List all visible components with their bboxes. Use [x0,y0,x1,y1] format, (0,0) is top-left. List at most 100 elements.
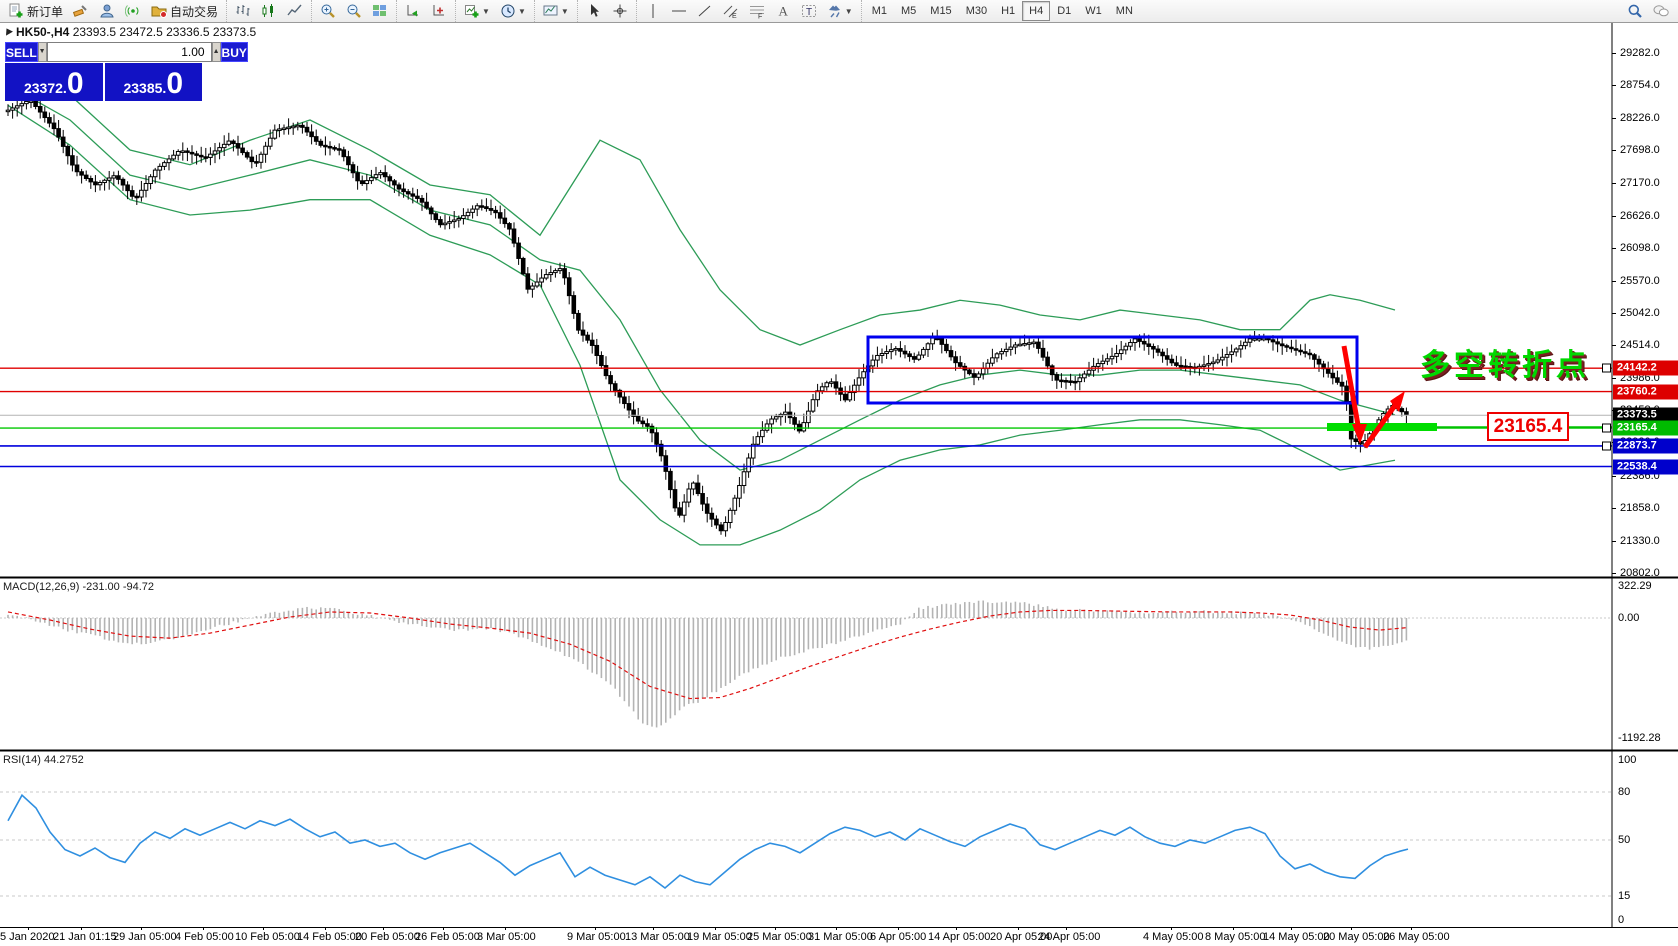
text-button[interactable]: A [770,0,796,22]
volume-increase-button[interactable]: ▲ [211,42,221,62]
price-tag-23760.2[interactable]: 23760.2 [1613,384,1678,400]
time-axis-tick [1233,927,1234,930]
price-axis-tick-label: 25042.0 [1620,307,1660,319]
timeframe-m5-button[interactable]: M5 [894,1,923,21]
sell-price-display[interactable]: 23372. 0 [5,63,103,101]
new-order-button[interactable]: 新订单 [3,0,68,22]
time-axis-label: 3 Mar 05:00 [477,931,536,943]
price-line-handle[interactable] [1602,441,1611,451]
buy-button[interactable]: BUY [220,42,248,62]
time-axis-tick [898,927,899,930]
timeframe-d1-button[interactable]: D1 [1050,1,1078,21]
search-glyph [1628,4,1642,18]
macd-histogram [0,600,1612,728]
toolbar-group [396,0,455,22]
time-axis-tick [263,927,264,930]
eraser-glyph [73,5,87,17]
timeframe-m1-button[interactable]: M1 [865,1,894,21]
price-axis-tick-label: 26626.0 [1620,209,1660,222]
price-axis-tick-label: 28754.0 [1620,79,1660,92]
periods-button[interactable]: ▼ [495,0,531,22]
line-chart-button[interactable] [282,0,308,22]
zoom-out-button[interactable] [341,0,367,22]
rsi-scale-label: 15 [1618,890,1631,902]
price-line-handle[interactable] [1602,423,1611,433]
price-axis-tick [1612,53,1616,55]
tile-windows-button[interactable] [367,0,393,22]
cursor-button[interactable] [581,0,607,22]
auto-scroll-button[interactable] [400,0,426,22]
chat-icon[interactable] [1648,0,1674,22]
time-axis-tick [653,927,654,930]
templates-button[interactable]: ▼ [538,0,574,22]
price-line-handle[interactable] [1602,363,1611,373]
search-icon[interactable] [1622,0,1648,22]
time-axis-label: 26 Feb 05:00 [415,931,480,943]
time-axis-tick [1411,927,1412,930]
fibonacci-button[interactable]: F [744,0,770,22]
autotrade-glyph [151,6,168,18]
autotrade-button[interactable]: 自动交易 [146,0,223,22]
time-axis-tick [325,927,326,930]
price-tag-22873.7[interactable]: 22873.7 [1613,438,1678,454]
signal-button[interactable] [120,0,146,22]
horizontal-line-button[interactable] [666,0,692,22]
profiles-button[interactable] [94,0,120,22]
time-axis-label: 19 Mar 05:00 [687,931,752,943]
volume-input[interactable] [46,42,212,62]
shapes-glyph [828,5,840,18]
timeframe-h1-button[interactable]: H1 [994,1,1022,21]
channel-button[interactable]: E [718,0,744,22]
toolbar-group [576,0,636,22]
timeframe-h4-button[interactable]: H4 [1022,1,1051,21]
price-tag-24142.2[interactable]: 24142.2 [1613,360,1678,376]
rsi-scale-label: 80 [1618,786,1631,798]
template-glyph [543,5,558,16]
zoom-in-button[interactable] [315,0,341,22]
macd-scale-label: 0.00 [1618,612,1640,624]
time-axis-tick [1291,927,1292,930]
indicators-button[interactable]: ▼ [459,0,495,22]
time-axis-label: 26 May 05:00 [1383,931,1450,943]
autotrade-button-label: 自动交易 [170,4,219,19]
time-axis-label: 13 Mar 05:00 [625,931,690,943]
sell-button[interactable]: SELL [5,42,38,62]
turning-point-annotation[interactable]: 多空转折点 [1420,340,1590,384]
time-axis-tick [383,927,384,930]
price-tag-23165.4[interactable]: 23165.4 [1613,420,1678,436]
price-axis-tick-label: 25570.0 [1620,274,1660,287]
time-axis-label: 5 Jan 2020 [0,931,55,943]
timeframe-w1-button[interactable]: W1 [1078,1,1109,21]
label-button[interactable]: T [796,0,822,22]
crosshair-glyph [613,4,627,18]
time-axis-label: 25 Mar 05:00 [747,931,812,943]
timeframe-m30-button[interactable]: M30 [959,1,994,21]
time-axis-label: 4 Feb 05:00 [175,931,234,943]
cursor-glyph [590,4,599,17]
arrows-button[interactable]: ▼ [822,0,858,22]
buy-price-display[interactable]: 23385. 0 [104,63,202,101]
chart-canvas[interactable] [0,0,1678,946]
eraser-button[interactable] [68,0,94,22]
crosshair-button[interactable] [607,0,633,22]
volume-decrease-button[interactable]: ▼ [37,42,47,62]
price-axis-tick-label: 24514.0 [1620,339,1660,352]
chart-shift-button[interactable] [426,0,452,22]
bar-chart-button[interactable] [230,0,256,22]
price-axis-tick [1612,313,1616,314]
time-axis-label: 31 Mar 05:00 [808,931,873,943]
vertical-line-button[interactable] [640,0,666,22]
time-axis-tick [505,927,506,930]
buy-price-big-digit: 0 [166,67,183,100]
time-axis-tick [443,927,444,930]
trendline-button[interactable] [692,0,718,22]
text-glyph: A [778,4,788,19]
timeframe-mn-button[interactable]: MN [1109,1,1140,21]
candlestick-button[interactable] [256,0,282,22]
autoscroll-glyph [407,5,419,17]
level-label-box[interactable]: 23165.4 [1487,412,1569,441]
ohlc-values: 23393.5 23472.5 23336.5 23373.5 [72,25,257,39]
price-tag-22538.4[interactable]: 22538.4 [1613,459,1678,474]
time-axis-tick [141,927,142,930]
timeframe-m15-button[interactable]: M15 [923,1,958,21]
